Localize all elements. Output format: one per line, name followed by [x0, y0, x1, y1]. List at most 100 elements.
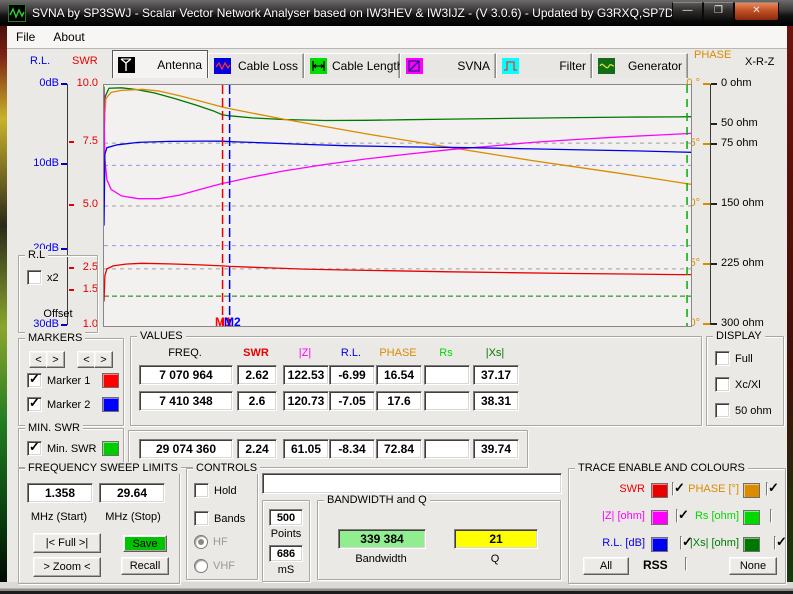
trace-rl-swatch[interactable]	[651, 537, 668, 552]
hf-radio[interactable]	[194, 535, 208, 549]
marker2-color-swatch[interactable]	[102, 397, 119, 412]
trace-z-swatch[interactable]	[651, 510, 668, 525]
xrz-axis-title: X-R-Z	[745, 56, 774, 69]
svna-app-window: SVNA by SP3SWJ - Scalar Vector Network A…	[0, 0, 793, 594]
svna-icon	[406, 58, 424, 74]
tab-generator[interactable]: Generator	[592, 53, 688, 78]
command-input[interactable]	[262, 473, 562, 494]
ms-label: mS	[263, 564, 309, 576]
min-z-value: 61.05	[283, 439, 329, 459]
chart-svg	[104, 85, 691, 326]
trace-enable-legend: TRACE ENABLE AND COLOURS	[575, 462, 748, 474]
trace-swr-label: SWR	[569, 483, 645, 495]
marker2-next-button[interactable]: >	[94, 351, 113, 368]
vhf-label: VHF	[213, 560, 235, 572]
min-swr-color-swatch[interactable]	[102, 441, 119, 456]
marker1-color-swatch[interactable]	[102, 373, 119, 388]
min-rs-value	[424, 439, 470, 459]
ohm-tick-label: 0 ohm	[721, 77, 752, 90]
close-button[interactable]: ✕	[734, 2, 779, 21]
values-legend: VALUES	[137, 330, 186, 342]
trace-swr-checkbox[interactable]	[672, 482, 674, 496]
trace-phase-checkbox[interactable]	[766, 482, 768, 496]
ms-field[interactable]: 686	[269, 545, 303, 562]
save-button[interactable]: Save	[123, 535, 167, 552]
offset-label: Offset	[19, 308, 97, 320]
full-span-button[interactable]: |< Full >|	[33, 533, 101, 553]
zoom-span-button[interactable]: > Zoom <	[33, 557, 101, 577]
hf-label: HF	[213, 536, 228, 548]
trace-rs-swatch[interactable]	[743, 510, 760, 525]
db-tick-label: 10dB	[28, 157, 59, 170]
marker1-checkbox[interactable]	[27, 373, 42, 388]
marker1-next-button[interactable]: >	[46, 351, 65, 368]
tab-cable-loss[interactable]: Cable Loss	[208, 53, 304, 78]
x2-checkbox[interactable]	[27, 270, 42, 285]
trace-swr-swatch[interactable]	[651, 483, 668, 498]
phase-tick	[703, 263, 710, 265]
marker2-label: M2	[224, 315, 241, 329]
tab-label: Cable Loss	[236, 59, 298, 73]
bands-label: Bands	[214, 513, 245, 525]
trace-phase-swatch[interactable]	[743, 483, 760, 498]
desktop-right-sliver	[787, 26, 793, 594]
points-field[interactable]: 500	[269, 509, 303, 526]
cable-loss-icon	[214, 58, 232, 74]
minimize-button[interactable]: —	[672, 2, 703, 21]
db-tick-label: 0dB	[28, 77, 59, 90]
phase-axis-title: PHASE	[694, 49, 731, 62]
ohm-tick	[711, 203, 717, 205]
full-label: Full	[735, 353, 753, 365]
tab-label: Generator	[620, 59, 682, 73]
full-checkbox[interactable]	[715, 351, 730, 366]
bands-checkbox[interactable]	[194, 511, 209, 526]
stop-freq-field[interactable]: 29.64	[99, 483, 165, 503]
trace-xs-label: |Xs| [ohm]	[677, 537, 739, 549]
tab-filter[interactable]: Filter	[496, 53, 592, 78]
trace-rs-checkbox[interactable]	[770, 509, 772, 523]
rss-checkbox[interactable]	[685, 557, 687, 571]
header-xs: |Xs|	[473, 347, 517, 359]
ohm-tick	[711, 143, 717, 145]
all-traces-button[interactable]: All	[583, 557, 629, 575]
stop-freq-label: MHz (Stop)	[95, 511, 171, 523]
recall-button[interactable]: Recall	[121, 557, 169, 575]
bandwidth-value: 339 384	[338, 529, 426, 549]
m2-swr-value: 2.6	[237, 391, 277, 411]
window-title: SVNA by SP3SWJ - Scalar Vector Network A…	[32, 6, 709, 20]
start-freq-field[interactable]: 1.358	[27, 483, 93, 503]
marker2-checkbox[interactable]	[27, 397, 42, 412]
sweep-chart-plot[interactable]	[103, 84, 692, 327]
m1-rl-value: -6.99	[329, 365, 375, 385]
50ohm-checkbox[interactable]	[715, 403, 730, 418]
start-freq-label: MHz (Start)	[21, 511, 97, 523]
min-rl-value: -8.34	[329, 439, 375, 459]
maximize-button[interactable]: ❐	[703, 2, 734, 21]
controls-legend: CONTROLS	[193, 462, 260, 474]
none-traces-button[interactable]: None	[729, 557, 777, 575]
menu-about[interactable]: About	[44, 30, 93, 44]
header-rl: R.L.	[329, 347, 373, 359]
vhf-radio[interactable]	[194, 559, 208, 573]
trace-rs-label: Rs [ohm]	[677, 510, 739, 522]
display-box: DISPLAY Full Xc/Xl 50 ohm	[706, 336, 784, 426]
markers-legend: MARKERS	[25, 332, 85, 344]
marker1-checkbox-label: Marker 1	[47, 375, 97, 387]
tab-label: SVNA	[428, 59, 490, 73]
tab-antenna[interactable]: Antenna	[112, 50, 208, 78]
values-box: VALUES FREQ. SWR |Z| R.L. PHASE Rs |Xs| …	[130, 336, 702, 426]
tab-label: Filter	[524, 59, 586, 73]
rl-offset-legend: R.L	[25, 249, 48, 261]
menu-file[interactable]: File	[7, 30, 44, 44]
antenna-icon	[118, 57, 136, 73]
trace-xs-checkbox[interactable]	[774, 536, 776, 550]
min-swr-value: 2.24	[237, 439, 277, 459]
min-swr-checkbox[interactable]	[27, 441, 42, 456]
hold-checkbox[interactable]	[194, 483, 209, 498]
marker2-checkbox-label: Marker 2	[47, 399, 97, 411]
trace-xs-swatch[interactable]	[743, 537, 760, 552]
xcxl-checkbox[interactable]	[715, 377, 730, 392]
m2-rl-value: -7.05	[329, 391, 375, 411]
tab-cable-length[interactable]: Cable Length	[304, 53, 400, 78]
tab-svna[interactable]: SVNA	[400, 53, 496, 78]
